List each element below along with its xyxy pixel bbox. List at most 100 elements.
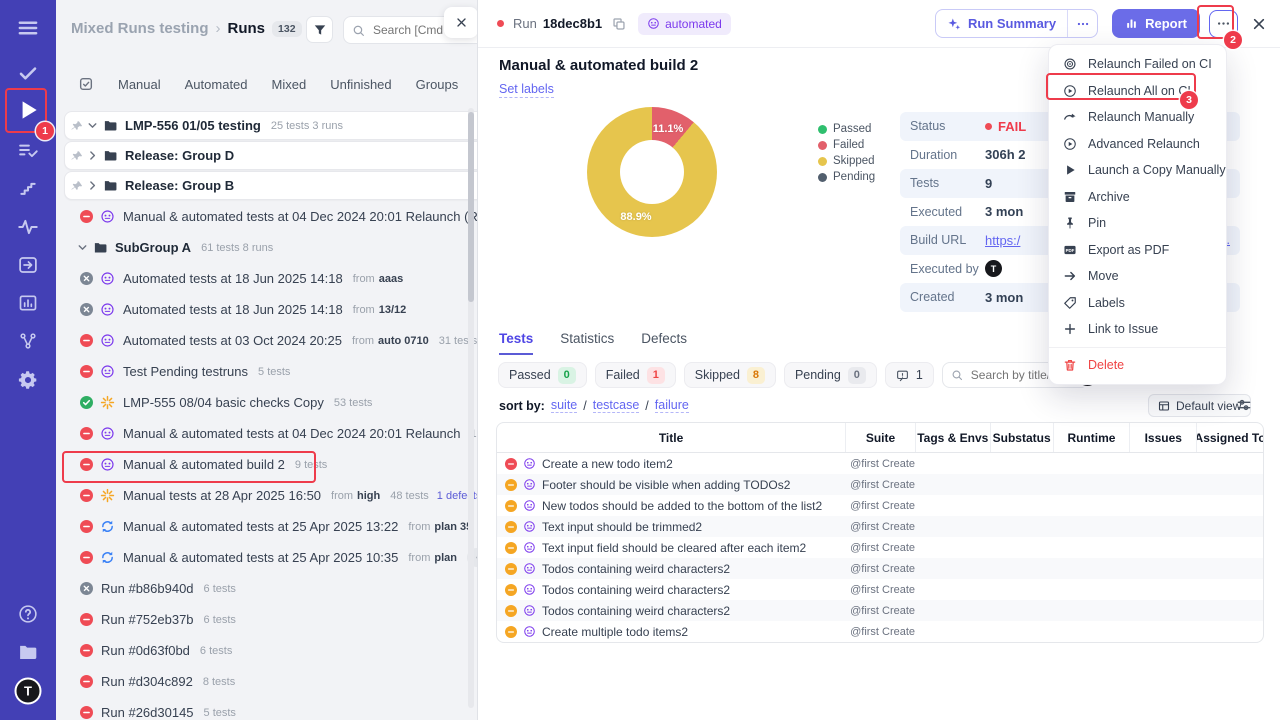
- menu-item-archive[interactable]: Archive: [1049, 184, 1226, 211]
- run-summary-button[interactable]: Run Summary: [936, 16, 1067, 31]
- test-row[interactable]: Text input field should be cleared after…: [497, 537, 1263, 558]
- run-row[interactable]: Automated tests at 03 Oct 2024 20:25 from…: [56, 325, 477, 356]
- test-row[interactable]: Create multiple todo items2 @first Create…: [497, 621, 1263, 642]
- chip-skipped[interactable]: Skipped 8: [683, 362, 776, 388]
- sidebar-chart-icon[interactable]: [18, 293, 38, 313]
- test-row[interactable]: Todos containing weird characters2 @first…: [497, 600, 1263, 621]
- chevron-down-icon[interactable]: [76, 241, 89, 254]
- test-row[interactable]: Text input should be trimmed2 @first Crea…: [497, 516, 1263, 537]
- sidebar-menu-icon[interactable]: [17, 17, 40, 40]
- legend-dot: [818, 124, 827, 134]
- sidebar-list-check-icon[interactable]: [18, 140, 39, 161]
- column-header-issues[interactable]: Issues: [1129, 423, 1196, 452]
- run-more-actions-button[interactable]: [1209, 9, 1238, 38]
- sidebar-pulse-icon[interactable]: [18, 217, 39, 238]
- menu-item-pin[interactable]: Pin: [1049, 210, 1226, 237]
- sidebar-play-icon[interactable]: [15, 97, 41, 123]
- chevron-right-icon[interactable]: [86, 149, 99, 162]
- runs-group-row[interactable]: LMP-556 01/05 testing 25 tests 3 runs: [64, 111, 477, 140]
- select-all-icon[interactable]: [78, 76, 94, 92]
- run-row[interactable]: Run #0d63f0bd 6 tests: [56, 635, 477, 666]
- menu-item-link-to-issue[interactable]: Link to Issue: [1049, 316, 1226, 343]
- runs-tab-groups[interactable]: Groups: [416, 77, 459, 92]
- column-header-suite[interactable]: Suite: [845, 423, 915, 452]
- comments-chip[interactable]: 1: [884, 362, 934, 388]
- run-row[interactable]: Automated tests at 18 Jun 2025 14:18 from…: [56, 294, 477, 325]
- sidebar-help-icon[interactable]: [18, 604, 39, 625]
- sort-link-suite[interactable]: suite: [550, 398, 578, 413]
- sort-link-testcase[interactable]: testcase: [592, 398, 640, 413]
- sidebar-branch-icon[interactable]: [18, 331, 38, 351]
- chip-failed[interactable]: Failed 1: [594, 362, 676, 388]
- filter-button[interactable]: [306, 16, 333, 43]
- test-row[interactable]: New todos should be added to the bottom …: [497, 495, 1263, 516]
- run-row[interactable]: Manual & automated tests at 25 Apr 2025 …: [56, 542, 477, 573]
- run-row[interactable]: Test Pending testruns 5 tests: [56, 356, 477, 387]
- menu-item-labels[interactable]: Labels: [1049, 290, 1226, 317]
- set-labels-link[interactable]: Set labels: [499, 82, 554, 98]
- menu-item-relaunch-manually[interactable]: Relaunch Manually: [1049, 104, 1226, 131]
- runs-tab-manual[interactable]: Manual: [118, 77, 161, 92]
- runs-scrollbar[interactable]: [468, 108, 474, 708]
- sidebar-login-icon[interactable]: [18, 255, 39, 276]
- menu-item-advanced-relaunch[interactable]: Advanced Relaunch: [1049, 131, 1226, 158]
- copy-icon[interactable]: [612, 17, 626, 31]
- menu-item-relaunch-failed-on-ci[interactable]: Relaunch Failed on CI: [1049, 51, 1226, 78]
- column-header-runtime[interactable]: Runtime: [1052, 423, 1130, 452]
- run-row[interactable]: Manual & automated build 2 9 tests: [56, 449, 477, 480]
- menu-item-launch-a-copy-manually[interactable]: Launch a Copy Manually: [1049, 157, 1226, 184]
- sidebar-check-icon[interactable]: [18, 63, 39, 84]
- sidebar-gear-icon[interactable]: [18, 370, 39, 391]
- menu-item-relaunch-all-on-ci[interactable]: Relaunch All on CI: [1049, 78, 1226, 105]
- runs-group-row[interactable]: SubGroup A 61 tests 8 runs: [56, 232, 477, 263]
- menu-item-delete[interactable]: Delete: [1049, 352, 1226, 379]
- test-row[interactable]: Create a new todo item2 @first Create ...: [497, 453, 1263, 474]
- runs-group-row[interactable]: Release: Group D: [64, 141, 477, 170]
- chip-passed[interactable]: Passed 0: [498, 362, 587, 388]
- report-button[interactable]: Report: [1112, 9, 1200, 38]
- runs-tab-mixed[interactable]: Mixed: [272, 77, 307, 92]
- chip-pending[interactable]: Pending 0: [783, 362, 877, 388]
- run-row[interactable]: Run #26d30145 5 tests: [56, 697, 477, 720]
- chevron-right-icon[interactable]: [86, 179, 99, 192]
- sidebar-user-avatar[interactable]: T: [14, 677, 42, 705]
- breadcrumb-runs[interactable]: Runs: [228, 20, 266, 37]
- runs-group-row[interactable]: Release: Group B: [64, 171, 477, 200]
- breadcrumb-project[interactable]: Mixed Runs testing: [71, 20, 209, 37]
- tab-defects[interactable]: Defects: [641, 331, 687, 355]
- runs-panel-close-button[interactable]: [444, 7, 477, 38]
- tab-statistics[interactable]: Statistics: [560, 331, 614, 355]
- legend-item-failed: Failed: [818, 137, 875, 153]
- run-row[interactable]: Automated tests at 18 Jun 2025 14:18 from…: [56, 263, 477, 294]
- sort-link-failure[interactable]: failure: [654, 398, 689, 413]
- sidebar-folder-icon[interactable]: [18, 642, 39, 663]
- run-row[interactable]: Manual tests at 28 Apr 2025 16:50 from hig…: [56, 480, 477, 511]
- tab-tests[interactable]: Tests: [499, 331, 534, 355]
- test-row[interactable]: Todos containing weird characters2 @first…: [497, 579, 1263, 600]
- test-row[interactable]: Footer should be visible when adding TOD…: [497, 474, 1263, 495]
- run-row[interactable]: LMP-555 08/04 basic checks Copy 53 tests: [56, 387, 477, 418]
- run-row[interactable]: Manual & automated tests at 04 Dec 2024 …: [56, 418, 477, 449]
- menu-item-export-as-pdf[interactable]: PDF Export as PDF: [1049, 237, 1226, 264]
- detail-close-icon[interactable]: [1251, 16, 1267, 32]
- column-header-title[interactable]: Title: [497, 423, 845, 452]
- runs-tab-automated[interactable]: Automated: [185, 77, 248, 92]
- runs-tab-unfinished[interactable]: Unfinished: [330, 77, 391, 92]
- test-row[interactable]: Todos containing weird characters2 @first…: [497, 558, 1263, 579]
- chevron-down-icon[interactable]: [86, 119, 99, 132]
- build-url-link[interactable]: https:/: [985, 233, 1020, 248]
- run-row[interactable]: Run #752eb37b 6 tests: [56, 604, 477, 635]
- column-header-assigned-to[interactable]: Assigned To: [1196, 423, 1263, 452]
- column-header-tags-envs[interactable]: Tags & Envs: [914, 423, 990, 452]
- menu-item-move[interactable]: Move: [1049, 263, 1226, 290]
- sidebar-stairs-icon[interactable]: [18, 178, 38, 198]
- column-header-substatus[interactable]: Substatus: [989, 423, 1053, 452]
- run-row[interactable]: Run #d304c892 8 tests: [56, 666, 477, 697]
- run-row[interactable]: Manual & automated tests at 25 Apr 2025 …: [56, 511, 477, 542]
- column-settings-icon[interactable]: [1236, 397, 1252, 413]
- run-summary-more-button[interactable]: [1067, 10, 1097, 37]
- run-row[interactable]: Manual & automated tests at 04 Dec 2024 …: [56, 201, 477, 232]
- menu-item-label: Relaunch All on CI: [1088, 83, 1191, 98]
- runs-scrollbar-thumb[interactable]: [468, 112, 474, 302]
- run-row[interactable]: Run #b86b940d 6 tests: [56, 573, 477, 604]
